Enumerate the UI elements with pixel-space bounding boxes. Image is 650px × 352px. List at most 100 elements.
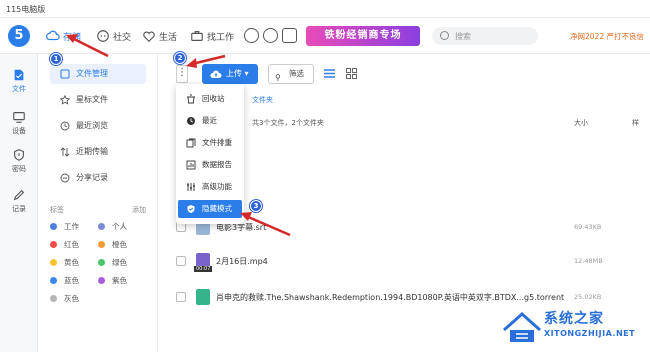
tag-label: 红色 [64,240,79,249]
file-size: 69.43KB [574,223,602,231]
row-checkbox[interactable] [176,292,186,302]
leftbar-item-files[interactable]: 文件 [0,64,38,98]
tag-dot [50,241,57,248]
nav-label: 找工作 [207,32,235,43]
file-name[interactable]: 2月16日.mp4 [216,256,268,267]
tag-item[interactable]: 个人 [98,221,127,232]
tags-header: 标签 添加 [50,205,146,215]
sidebar-item-starred[interactable]: 星标文件 [50,90,146,110]
tag-dot [98,259,105,266]
recent-icon [187,117,195,125]
filter-icon: ⚲ [275,73,281,82]
shield-icon [14,149,24,161]
sidebar-item-recent[interactable]: 最近浏览 [50,116,146,136]
tag-item[interactable]: 黄色 [50,257,79,268]
column-more[interactable]: 样 [632,118,639,128]
tag-item[interactable]: 绿色 [98,257,127,268]
column-size[interactable]: 大小 [574,118,588,128]
tag-item[interactable]: 红色 [50,239,79,250]
tag-item[interactable]: 紫色 [98,275,127,286]
callout-step-3: 3 [250,200,262,212]
watermark-logo-icon [503,311,541,342]
tag-item[interactable]: 灰色 [50,293,79,304]
leftbar-item-records[interactable]: 记录 [0,184,38,218]
tag-item[interactable]: 蓝色 [50,275,79,286]
message-icon[interactable] [282,28,297,43]
tag-label: 蓝色 [64,276,79,285]
upload-button[interactable]: 上传 ▾ [202,64,258,84]
torrent-file-icon [196,289,210,305]
leftbar-item-passwords[interactable]: 密码 [0,144,38,178]
list-summary: 共3个文件，2个文件夹 [252,119,324,127]
upload-label: 上传 [226,69,242,78]
nav-label: 存储 [63,32,82,43]
settings-icon[interactable] [244,28,259,43]
folder-icon [60,69,70,79]
tag-dot [98,223,105,230]
callout-step-2: 2 [174,52,186,64]
grid-view-icon[interactable] [346,68,357,79]
device-icon [13,112,25,123]
tag-dot [50,295,57,302]
nav-life[interactable]: 生活 [142,28,177,44]
table-row[interactable]: 00:07 2月16日.mp4 12.48MB [158,250,650,274]
tags-add-link[interactable]: 添加 [132,205,146,215]
advanced-icon [187,183,195,191]
dedupe-icon [186,138,196,148]
file-size: 25.02KB [574,293,602,301]
sidebar-item-share[interactable]: 分享记录 [50,168,146,188]
tag-label: 工作 [64,222,79,231]
search-input[interactable]: 搜索 [432,27,538,45]
tags-title: 标签 [50,206,64,214]
promo-text[interactable]: 净网2022 严打不良信 [570,31,644,42]
list-view-icon[interactable] [324,68,335,79]
tag-item[interactable]: 橙色 [98,239,127,250]
sidebar-item-file-management[interactable]: 文件管理 [50,64,146,84]
watermark: 系统之家 XITONGZHIJIA.NET [500,302,650,352]
filter-label: 筛选 [289,69,304,78]
sidebar: 文件管理 星标文件 最近浏览 近期传输 分享记录 标签 添加 工作 个人 红色 … [38,54,158,352]
menu-item-report[interactable]: 数据报告 [178,156,242,174]
sidebar-item-label: 分享记录 [76,173,108,182]
transfer-icon [60,147,70,157]
promo-banner[interactable]: 铁粉经销商专场 [306,26,420,46]
filter-button[interactable]: ⚲ 筛选 [268,64,314,84]
menu-item-advanced[interactable]: 高级功能 [178,178,242,196]
video-duration-badge: 00:07 [194,266,213,272]
tag-label: 紫色 [112,276,127,285]
more-popup-menu: 回收站 最近 文件排重 数据报告 高级功能 隐藏模式 [176,84,244,224]
app-logo[interactable]: 5 [8,25,30,47]
menu-item-recycle-bin[interactable]: 回收站 [178,90,242,108]
search-icon [440,31,449,40]
file-icon [14,69,24,81]
share-icon [60,173,70,183]
more-menu-button[interactable]: ⋮ [176,65,188,83]
more-icon[interactable] [263,28,278,43]
nav-jobs[interactable]: 找工作 [190,28,234,44]
menu-item-dedupe[interactable]: 文件排重 [178,134,242,152]
menu-item-recent[interactable]: 最近 [178,112,242,130]
menu-item-label: 回收站 [202,94,225,103]
menu-item-hidden-mode[interactable]: 隐藏模式 [178,200,242,218]
window-title: 115电脑版 [6,5,46,14]
tag-item[interactable]: 工作 [50,221,79,232]
trash-icon [187,94,195,104]
nav-label: 社交 [113,32,132,43]
leftbar-item-devices[interactable]: 设备 [0,106,38,140]
row-checkbox[interactable] [176,256,186,266]
leftbar-label: 密码 [12,165,26,173]
menu-item-label: 隐藏模式 [202,204,232,213]
nav-social[interactable]: 社交 [96,28,131,44]
heart-icon [143,31,155,43]
tag-dot [98,277,105,284]
tag-label: 个人 [112,222,127,231]
breadcrumb[interactable]: 文件夹 [252,95,273,105]
star-icon [60,95,70,105]
sidebar-item-label: 文件管理 [76,69,108,78]
nav-storage[interactable]: 存储 [46,28,81,44]
cloud-icon [46,30,60,41]
left-icon-bar: 文件 设备 密码 记录 [0,54,38,352]
search-placeholder: 搜索 [455,32,471,41]
sidebar-item-transfers[interactable]: 近期传输 [50,142,146,162]
report-icon [186,160,196,170]
